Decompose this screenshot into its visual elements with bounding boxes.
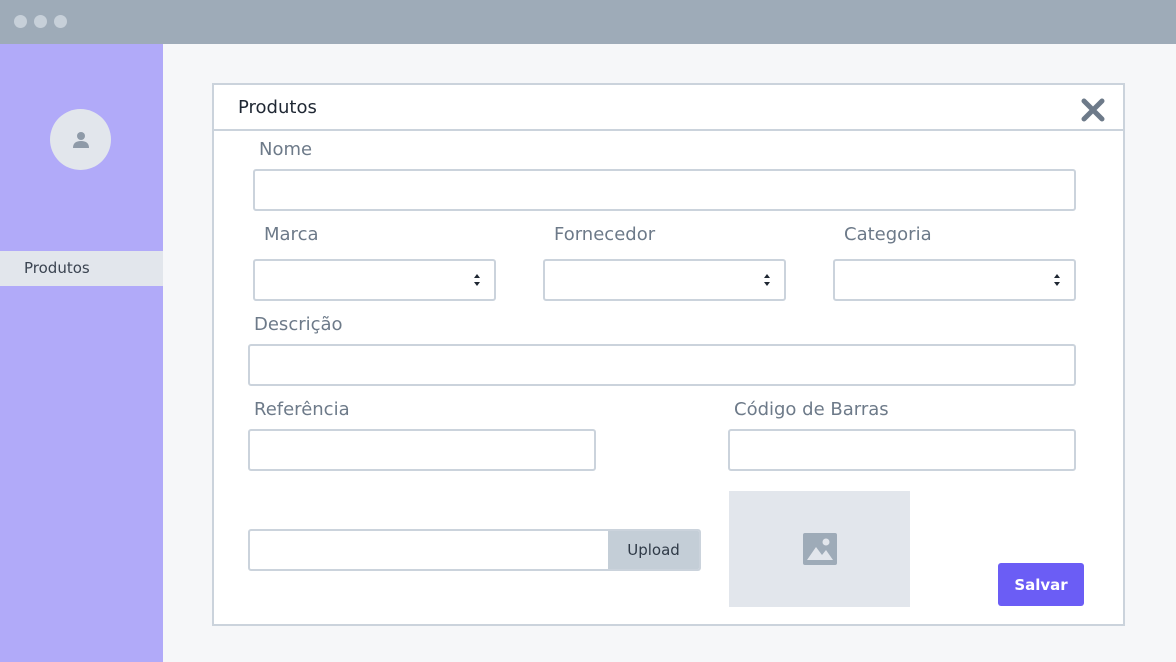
marca-label: Marca [264, 224, 319, 245]
categoria-label: Categoria [844, 224, 932, 245]
referencia-label: Referência [254, 399, 350, 420]
nome-input[interactable] [253, 169, 1076, 211]
window-control-dot[interactable] [14, 15, 27, 28]
descricao-input[interactable] [248, 344, 1076, 386]
codigo-barras-label: Código de Barras [734, 399, 889, 420]
descricao-label: Descrição [254, 314, 343, 335]
user-icon [72, 131, 89, 148]
window-control-dot[interactable] [54, 15, 67, 28]
image-icon [802, 533, 837, 565]
fornecedor-label: Fornecedor [554, 224, 656, 245]
sidebar-item-label: Produtos [24, 259, 90, 277]
save-button[interactable]: Salvar [998, 563, 1084, 606]
select-arrows-icon [1054, 274, 1060, 286]
modal-header: Produtos [214, 85, 1123, 131]
avatar[interactable] [50, 109, 111, 170]
nome-label: Nome [259, 139, 313, 160]
image-preview [729, 491, 910, 607]
modal-title: Produtos [238, 97, 317, 118]
sidebar-item-produtos[interactable]: Produtos [0, 251, 163, 286]
close-icon[interactable] [1080, 97, 1106, 123]
upload-field[interactable]: Upload [248, 529, 701, 571]
select-arrows-icon [764, 274, 770, 286]
window-control-dot[interactable] [34, 15, 47, 28]
marca-select[interactable] [253, 259, 496, 301]
produtos-modal: Produtos Nome Marca Fornecedor Categoria… [212, 83, 1125, 626]
referencia-input[interactable] [248, 429, 596, 471]
sidebar: Produtos [0, 44, 163, 662]
categoria-select[interactable] [833, 259, 1076, 301]
upload-button[interactable]: Upload [608, 531, 699, 569]
window-titlebar [0, 0, 1176, 44]
select-arrows-icon [474, 274, 480, 286]
fornecedor-select[interactable] [543, 259, 786, 301]
codigo-barras-input[interactable] [728, 429, 1076, 471]
